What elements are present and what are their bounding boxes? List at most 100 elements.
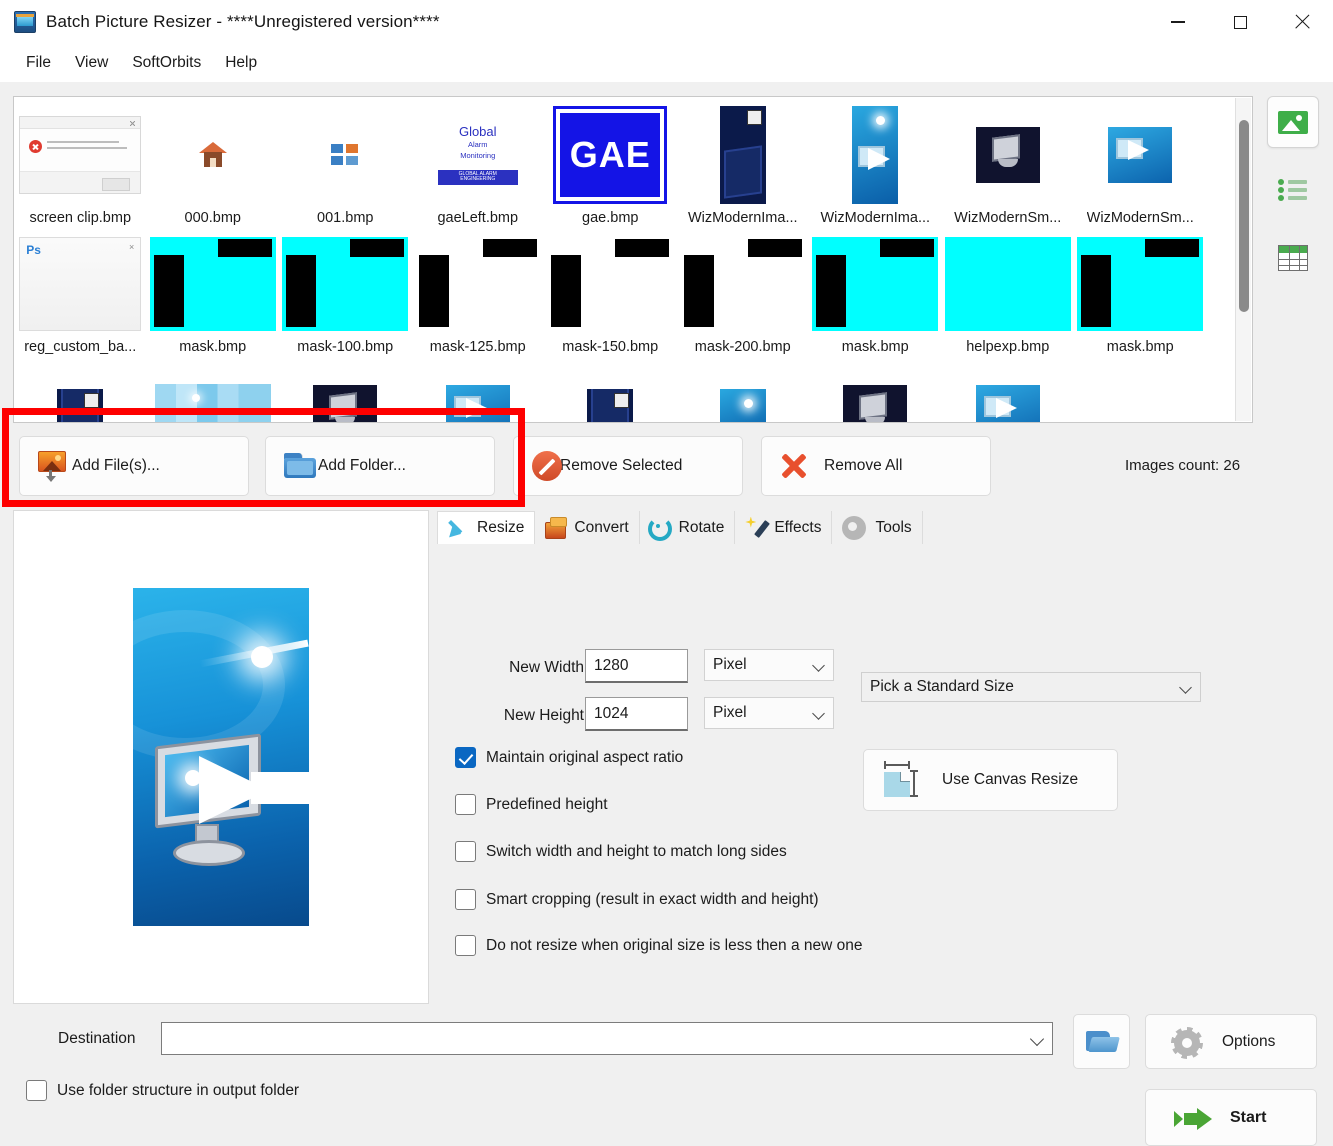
image-list-panel[interactable]: screen clip.bmp 000.bmp 001.bmp [13, 96, 1253, 423]
add-files-label: Add File(s)... [72, 457, 160, 475]
switch-width-height-checkbox[interactable]: Switch width and height to match long si… [455, 841, 787, 862]
use-folder-structure-checkbox[interactable]: Use folder structure in output folder [26, 1080, 299, 1101]
grid-icon [331, 144, 359, 166]
use-canvas-resize-button[interactable]: Use Canvas Resize [863, 749, 1118, 811]
thumbnail-item[interactable]: Ps× reg_custom_ba... [14, 226, 147, 355]
smart-cropping-checkbox[interactable]: Smart cropping (result in exact width an… [455, 889, 819, 910]
canvas-resize-icon [882, 764, 918, 798]
new-width-unit-select[interactable]: Pixel [704, 649, 834, 681]
browse-folder-button[interactable] [1073, 1014, 1130, 1069]
close-button[interactable] [1271, 0, 1333, 44]
new-height-unit-select[interactable]: Pixel [704, 697, 834, 729]
tab-rotate[interactable]: Rotate [640, 511, 736, 544]
thumbnail-item[interactable] [544, 355, 677, 422]
thumbnail-item[interactable]: 001.bmp [279, 97, 412, 226]
tab-rotate-label: Rotate [679, 519, 725, 537]
mask-art [415, 237, 541, 331]
maintain-aspect-ratio-label: Maintain original aspect ratio [486, 749, 683, 767]
tab-effects[interactable]: Effects [735, 511, 832, 544]
chevron-down-icon [814, 660, 825, 671]
maximize-icon [1234, 16, 1247, 29]
details-view-button[interactable] [1267, 232, 1319, 284]
remove-selected-button[interactable]: Remove Selected [513, 436, 743, 496]
thumbnail-item[interactable]: mask-125.bmp [412, 226, 545, 355]
thumbnail-item[interactable]: mask-150.bmp [544, 226, 677, 355]
mask-art [547, 237, 673, 331]
maintain-aspect-ratio-checkbox[interactable]: Maintain original aspect ratio [455, 747, 683, 768]
thumbnail-item[interactable] [1074, 355, 1207, 422]
preview-panel[interactable] [13, 510, 429, 1004]
remove-all-label: Remove All [824, 457, 902, 475]
thumbnail-image [945, 361, 1071, 422]
maximize-button[interactable] [1209, 0, 1271, 44]
thumbnail-view-button[interactable] [1267, 96, 1319, 148]
thumbnail-item[interactable]: WizModernSm... [1074, 97, 1207, 226]
thumbnail-item-selected[interactable]: GAE gae.bmp [544, 97, 677, 226]
thumbnail-image [150, 361, 276, 422]
thumbnail-scrollbar[interactable] [1235, 98, 1251, 421]
thumbnail-row-partial [14, 355, 1236, 422]
thumbnail-item[interactable] [147, 355, 280, 422]
scrollbar-thumb[interactable] [1239, 120, 1249, 312]
mask-art [282, 237, 408, 331]
thumbnail-item[interactable] [14, 355, 147, 422]
remove-all-button[interactable]: Remove All [761, 436, 991, 496]
thumbnail-image [812, 232, 938, 336]
menu-view[interactable]: View [63, 50, 120, 76]
thumbnail-item[interactable]: Global Alarm Monitoring GLOBAL ALARM ENG… [412, 97, 545, 226]
thumbnail-item-selected[interactable]: mask.bmp [147, 226, 280, 355]
mask-texture-art [155, 384, 271, 422]
thumbnail-item-selected[interactable]: mask.bmp [809, 226, 942, 355]
thumbnail-item[interactable] [677, 355, 810, 422]
new-width-input[interactable]: 1280 [585, 649, 688, 683]
menu-softorbits[interactable]: SoftOrbits [120, 50, 213, 76]
tab-convert[interactable]: Convert [535, 511, 639, 544]
thumbnail-item-selected[interactable]: helpexp.bmp [942, 226, 1075, 355]
tab-convert-label: Convert [574, 519, 628, 537]
mask-art-plain [945, 237, 1071, 331]
menu-file[interactable]: File [14, 50, 63, 76]
thumbnail-caption: 001.bmp [317, 210, 373, 226]
thumbnail-image [1077, 103, 1203, 207]
thumbnail-image [282, 103, 408, 207]
thumbnail-item[interactable] [809, 355, 942, 422]
open-folder-icon [1086, 1029, 1118, 1054]
tab-tools[interactable]: Tools [832, 511, 922, 544]
checkbox-check-icon [455, 747, 476, 768]
mask-art [680, 237, 806, 331]
use-folder-structure-label: Use folder structure in output folder [57, 1082, 299, 1100]
thumbnail-item[interactable] [279, 355, 412, 422]
add-files-button[interactable]: Add File(s)... [19, 436, 249, 496]
new-height-input[interactable]: 1024 [585, 697, 688, 731]
thumbnail-item[interactable]: mask-200.bmp [677, 226, 810, 355]
menu-help[interactable]: Help [213, 50, 269, 76]
standard-size-select[interactable]: Pick a Standard Size [861, 672, 1201, 702]
gae-sub2: Monitoring [460, 151, 495, 160]
options-button[interactable]: Options [1145, 1014, 1317, 1069]
thumbnail-item[interactable]: 000.bmp [147, 97, 280, 226]
x-mark-icon [780, 452, 808, 480]
thumbnail-item[interactable]: screen clip.bmp [14, 97, 147, 226]
window-title: Batch Picture Resizer - ****Unregistered… [46, 12, 440, 32]
chevron-down-icon [814, 708, 825, 719]
start-button[interactable]: Start [1145, 1089, 1317, 1146]
minimize-button[interactable] [1147, 0, 1209, 44]
destination-input[interactable] [161, 1022, 1053, 1055]
list-view-button[interactable] [1267, 164, 1319, 216]
add-folder-button[interactable]: Add Folder... [265, 436, 495, 496]
thumbnail-item-selected[interactable]: mask-100.bmp [279, 226, 412, 355]
thumbnail-item[interactable] [412, 355, 545, 422]
predefined-height-checkbox[interactable]: Predefined height [455, 794, 608, 815]
wizard-small-blue-art [1108, 127, 1172, 183]
thumbnail-item-selected[interactable]: mask.bmp [1074, 226, 1207, 355]
thumbnail-item[interactable]: WizModernIma... [809, 97, 942, 226]
wizard-blue-art [852, 106, 898, 204]
tab-resize[interactable]: Resize [437, 511, 535, 544]
list-icon [1278, 179, 1308, 201]
thumbnail-item[interactable]: WizModernSm... [942, 97, 1075, 226]
thumbnail-image [415, 361, 541, 422]
thumbnail-item[interactable]: WizModernIma... [677, 97, 810, 226]
thumbnail-item[interactable] [942, 355, 1075, 422]
tab-effects-label: Effects [774, 519, 821, 537]
do-not-resize-checkbox[interactable]: Do not resize when original size is less… [455, 935, 863, 956]
